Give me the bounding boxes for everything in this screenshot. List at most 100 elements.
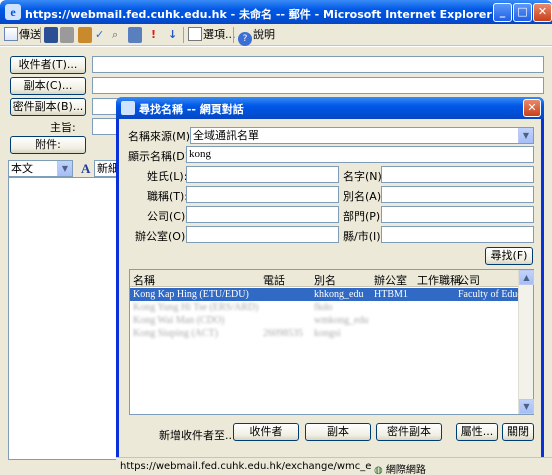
spellcheck-icon[interactable]: ✓ <box>95 27 104 43</box>
result-name: Kong Yung Hi Tse (ERS/ARD) <box>133 302 259 313</box>
format-select[interactable]: 本文 ▼ <box>8 160 73 177</box>
column-header-phone[interactable]: 電話 <box>263 272 285 288</box>
job-title-input[interactable] <box>186 186 339 203</box>
add-to-button[interactable]: 收件者 <box>233 423 299 441</box>
column-header-name[interactable]: 名稱 <box>133 272 155 288</box>
format-select-value: 本文 <box>11 162 33 175</box>
city-input[interactable] <box>381 226 534 243</box>
first-name-label: 名字(N): <box>343 170 386 183</box>
column-header-company[interactable]: 公司 <box>458 272 480 288</box>
options-button[interactable]: 選項... <box>188 27 236 43</box>
find-button[interactable]: 尋找(F) <box>485 247 533 265</box>
chevron-down-icon: ▼ <box>57 161 72 176</box>
results-header: 名稱 電話 別名 辦公室 工作職稱 公司 <box>130 270 520 287</box>
result-alias: wmkong_edu <box>314 315 369 326</box>
attach-icon[interactable]: ⌕ <box>112 27 118 43</box>
cc-button[interactable]: 副本(C)... <box>10 77 86 95</box>
add-cc-button[interactable]: 副本 <box>305 423 371 441</box>
message-body[interactable] <box>8 177 120 460</box>
status-url: https://webmail.fed.cuhk.edu.hk/exchange… <box>120 461 372 472</box>
properties-button[interactable]: 屬性... <box>456 423 498 441</box>
dialog-titlebar[interactable]: 尋找名稱 -- 網頁對話 ✕ <box>116 97 544 119</box>
result-alias: kongsi <box>314 328 341 339</box>
result-company: Faculty of Educa <box>458 289 520 300</box>
bcc-button[interactable]: 密件副本(B)... <box>10 98 86 116</box>
to-button[interactable]: 收件者(T)... <box>10 56 86 74</box>
first-name-input[interactable] <box>381 166 534 183</box>
help-icon: ? <box>238 32 252 46</box>
help-label: 說明 <box>253 28 275 41</box>
dialog-icon <box>121 101 135 115</box>
save-icon[interactable] <box>44 27 58 43</box>
results-scrollbar[interactable]: ▲ ▼ <box>518 270 534 414</box>
result-name: Kong Siuping (ACT) <box>133 328 218 339</box>
office-label: 辦公室(O): <box>135 230 189 243</box>
toolbar-separator <box>40 27 41 43</box>
column-header-title[interactable]: 工作職稱 <box>417 272 461 288</box>
column-header-alias[interactable]: 別名 <box>314 272 336 288</box>
cc-field[interactable] <box>92 77 544 94</box>
low-importance-icon[interactable]: ↓ <box>168 27 177 43</box>
high-importance-icon[interactable]: ! <box>151 27 156 43</box>
print-icon[interactable] <box>60 27 74 43</box>
job-title-label: 職稱(T): <box>147 190 189 203</box>
close-window-button[interactable]: ✕ <box>533 3 552 22</box>
department-label: 部門(P): <box>343 210 384 223</box>
chevron-down-icon: ▼ <box>518 128 533 143</box>
company-input[interactable] <box>186 206 339 223</box>
result-alias: fkdo <box>314 302 333 313</box>
result-alias: khkong_edu <box>314 289 364 300</box>
font-color-icon[interactable]: A <box>81 161 90 177</box>
office-input[interactable] <box>186 226 339 243</box>
window-titlebar[interactable]: e https://webmail.fed.cuhk.edu.hk - 未命名 … <box>0 0 552 24</box>
find-names-dialog: 尋找名稱 -- 網頁對話 ✕ 名稱來源(M): 全域通訊名單 ▼ 顯示名稱(D)… <box>116 97 544 469</box>
department-input[interactable] <box>381 206 534 223</box>
result-row[interactable]: Kong Kap Hing (ETU/EDU) khkong_edu HTBM1… <box>130 288 520 301</box>
send-button[interactable]: 傳送 <box>4 27 41 43</box>
toolbar-separator <box>233 27 234 43</box>
help-button[interactable]: ? 說明 <box>238 27 275 46</box>
internet-zone-icon: ◍ <box>374 465 383 475</box>
window-title: https://webmail.fed.cuhk.edu.hk - 未命名 --… <box>25 8 492 21</box>
dialog-title: 尋找名稱 -- 網頁對話 <box>139 103 244 116</box>
minimize-button[interactable]: _ <box>493 3 512 22</box>
results-list[interactable]: 名稱 電話 別名 辦公室 工作職稱 公司 Kong Kap Hing (ETU/… <box>129 269 534 415</box>
status-bar: https://webmail.fed.cuhk.edu.hk/exchange… <box>116 457 552 475</box>
scroll-down-icon[interactable]: ▼ <box>519 399 534 414</box>
city-label: 縣/市(I): <box>343 230 385 243</box>
display-name-input[interactable]: kong <box>186 146 534 163</box>
result-name: Kong Kap Hing (ETU/EDU) <box>133 289 249 300</box>
send-icon <box>4 27 18 41</box>
to-field[interactable] <box>92 56 544 73</box>
ie-app-icon: e <box>5 4 21 20</box>
options-label: 選項... <box>203 28 236 41</box>
subject-label: 主旨: <box>50 121 76 134</box>
close-dialog-button[interactable]: 關閉 <box>502 423 534 441</box>
address-book-icon[interactable] <box>128 27 142 43</box>
result-name: Kong Wai Man (CDO) <box>133 315 225 326</box>
result-row[interactable]: Kong Wai Man (CDO) wmkong_edu <box>130 314 520 327</box>
scroll-up-icon[interactable]: ▲ <box>519 270 534 285</box>
maximize-button[interactable]: □ <box>513 3 532 22</box>
result-office: HTBM1 <box>374 289 408 300</box>
attach-button[interactable]: 附件: <box>10 136 86 154</box>
message-toolbar: 傳送 ✓ ⌕ ! ↓ 選項... ? 說明 <box>0 24 552 46</box>
column-header-office[interactable]: 辦公室 <box>374 272 407 288</box>
add-recipients-label: 新增收件者至... <box>159 429 236 442</box>
result-row[interactable]: Kong Yung Hi Tse (ERS/ARD) fkdo <box>130 301 520 314</box>
dialog-close-icon[interactable]: ✕ <box>523 99 541 117</box>
source-select[interactable]: 全域通訊名單 ▼ <box>190 127 534 144</box>
send-label: 傳送 <box>19 28 41 41</box>
check-names-icon[interactable] <box>78 27 92 43</box>
alias-label: 別名(A): <box>343 190 385 203</box>
alias-input[interactable] <box>381 186 534 203</box>
options-icon <box>188 27 202 41</box>
result-row[interactable]: Kong Siuping (ACT) 26098535 kongsi <box>130 327 520 340</box>
source-label: 名稱來源(M): <box>128 130 194 143</box>
last-name-label: 姓氏(L): <box>147 170 188 183</box>
result-phone: 26098535 <box>263 328 303 339</box>
company-label: 公司(C): <box>147 210 189 223</box>
status-zone: ◍ 網際網路 <box>374 461 426 475</box>
add-bcc-button[interactable]: 密件副本 <box>376 423 442 441</box>
last-name-input[interactable] <box>186 166 339 183</box>
